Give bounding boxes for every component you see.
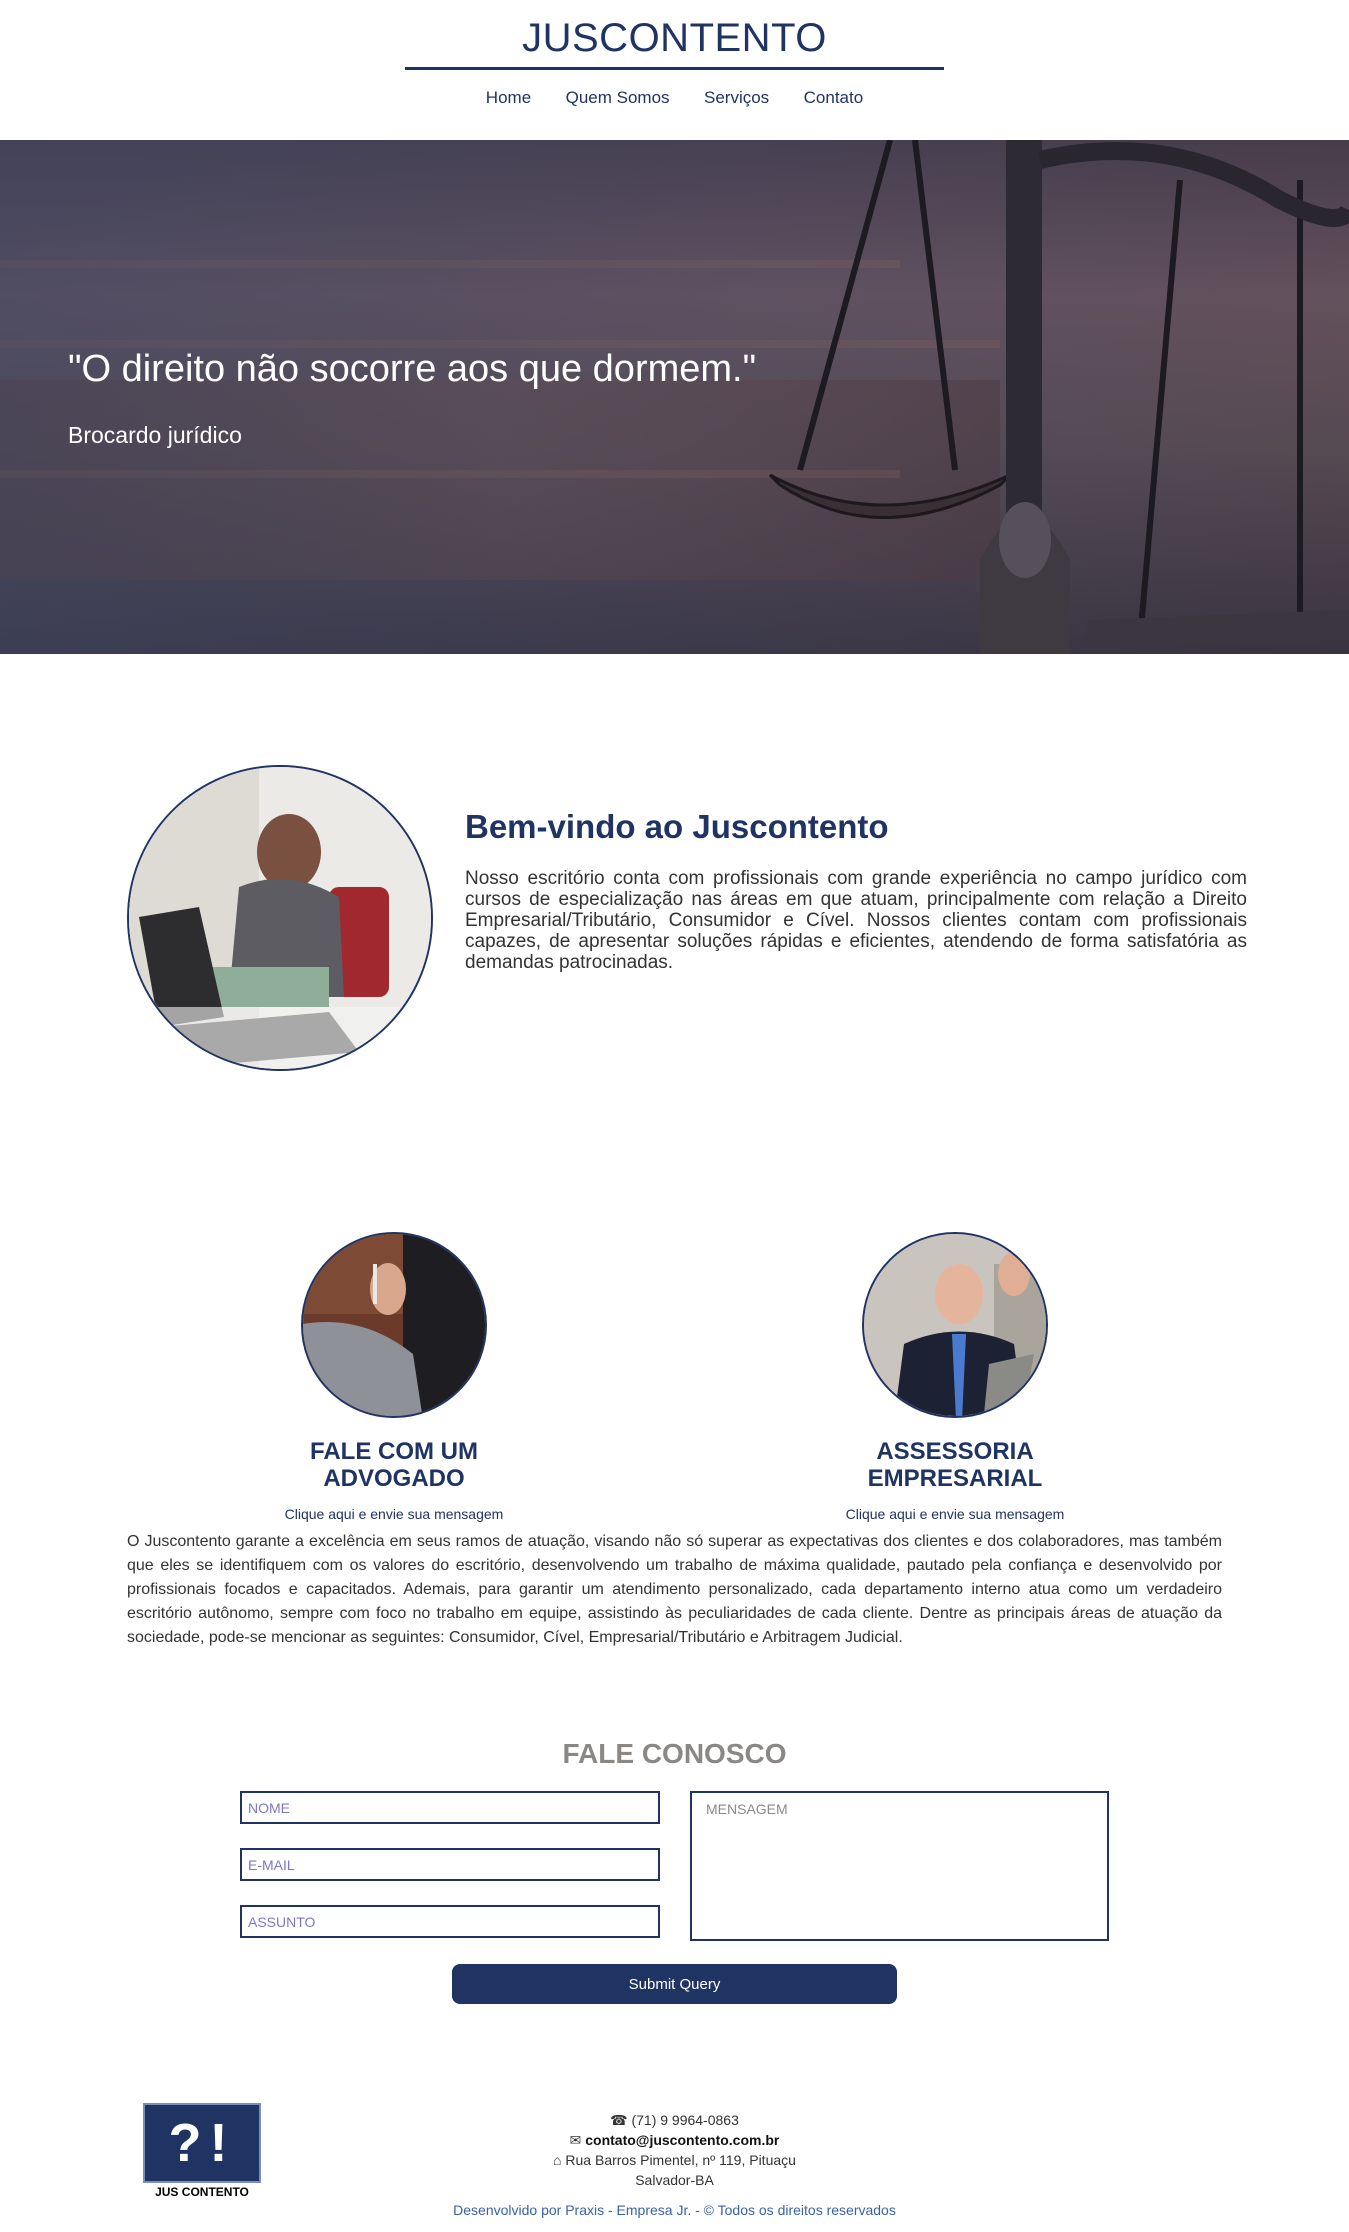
nav-servicos[interactable]: Serviços (704, 88, 769, 108)
footer-phone-text: (71) 9 9964-0863 (631, 2112, 739, 2128)
hero-quote-author: Brocardo jurídico (68, 422, 242, 448)
welcome-title: Bem-vindo ao Juscontento (465, 808, 889, 845)
hero-banner: "O direito não socorre aos que dormem." … (0, 140, 1349, 654)
site-brand[interactable]: JUSCONTENTO (0, 16, 1349, 61)
nav-home[interactable]: Home (486, 88, 531, 108)
welcome-photo (127, 765, 433, 1071)
service-link-assessoria[interactable]: Clique aqui e envie sua mensagem (775, 1506, 1135, 1522)
submit-button[interactable]: Submit Query (452, 1964, 897, 2004)
footer-credits[interactable]: Desenvolvido por Praxis - Empresa Jr. - … (0, 2202, 1349, 2218)
message-textarea[interactable] (690, 1791, 1109, 1941)
service-title-assessoria: ASSESSORIA EMPRESARIAL (867, 1438, 1043, 1492)
hero-quote: "O direito não socorre aos que dormem." (68, 348, 757, 390)
nav-contato[interactable]: Contato (804, 88, 864, 108)
business-people-image (864, 1234, 1046, 1416)
about-text: O Juscontento garante a excelência em se… (127, 1533, 1222, 1646)
contact-title: FALE CONOSCO (562, 1738, 787, 1769)
site-header: JUSCONTENTO Home Quem Somos Serviços Con… (0, 0, 1349, 140)
footer-email-link[interactable]: contato@juscontento.com.br (585, 2132, 779, 2148)
service-title-advogado: FALE COM UM ADVOGADO (310, 1438, 478, 1492)
footer-address: ⌂ Rua Barros Pimentel, nº 119, Pituaçu (0, 2152, 1349, 2168)
footer-address-text: Rua Barros Pimentel, nº 119, Pituaçu (565, 2152, 796, 2168)
footer-email: ✉ contato@juscontento.com.br (0, 2132, 1349, 2149)
service-photo-advogado (301, 1232, 487, 1418)
name-input[interactable] (240, 1791, 660, 1824)
lawyer-at-desk-image (129, 767, 431, 1069)
main-nav: Home Quem Somos Serviços Contato (0, 88, 1349, 108)
footer-city: Salvador-BA (635, 2172, 714, 2188)
brand-underline (405, 67, 944, 70)
email-icon: ✉ (569, 2132, 582, 2148)
service-link-advogado[interactable]: Clique aqui e envie sua mensagem (214, 1506, 574, 1522)
welcome-text: Nosso escritório conta com profissionais… (465, 868, 1247, 973)
service-card-advogado: FALE COM UM ADVOGADO Clique aqui e envie… (214, 1232, 574, 1522)
footer-phone: ☎ (71) 9 9964-0863 (0, 2112, 1349, 2129)
email-input[interactable] (240, 1848, 660, 1881)
service-photo-assessoria (862, 1232, 1048, 1418)
subject-input[interactable] (240, 1905, 660, 1938)
justice-scale-image (768, 140, 1349, 654)
address-icon: ⌂ (553, 2152, 562, 2168)
nav-quem-somos[interactable]: Quem Somos (566, 88, 670, 108)
phone-icon: ☎ (610, 2112, 628, 2128)
handshake-image (303, 1234, 485, 1416)
service-card-assessoria: ASSESSORIA EMPRESARIAL Clique aqui e env… (775, 1232, 1135, 1522)
